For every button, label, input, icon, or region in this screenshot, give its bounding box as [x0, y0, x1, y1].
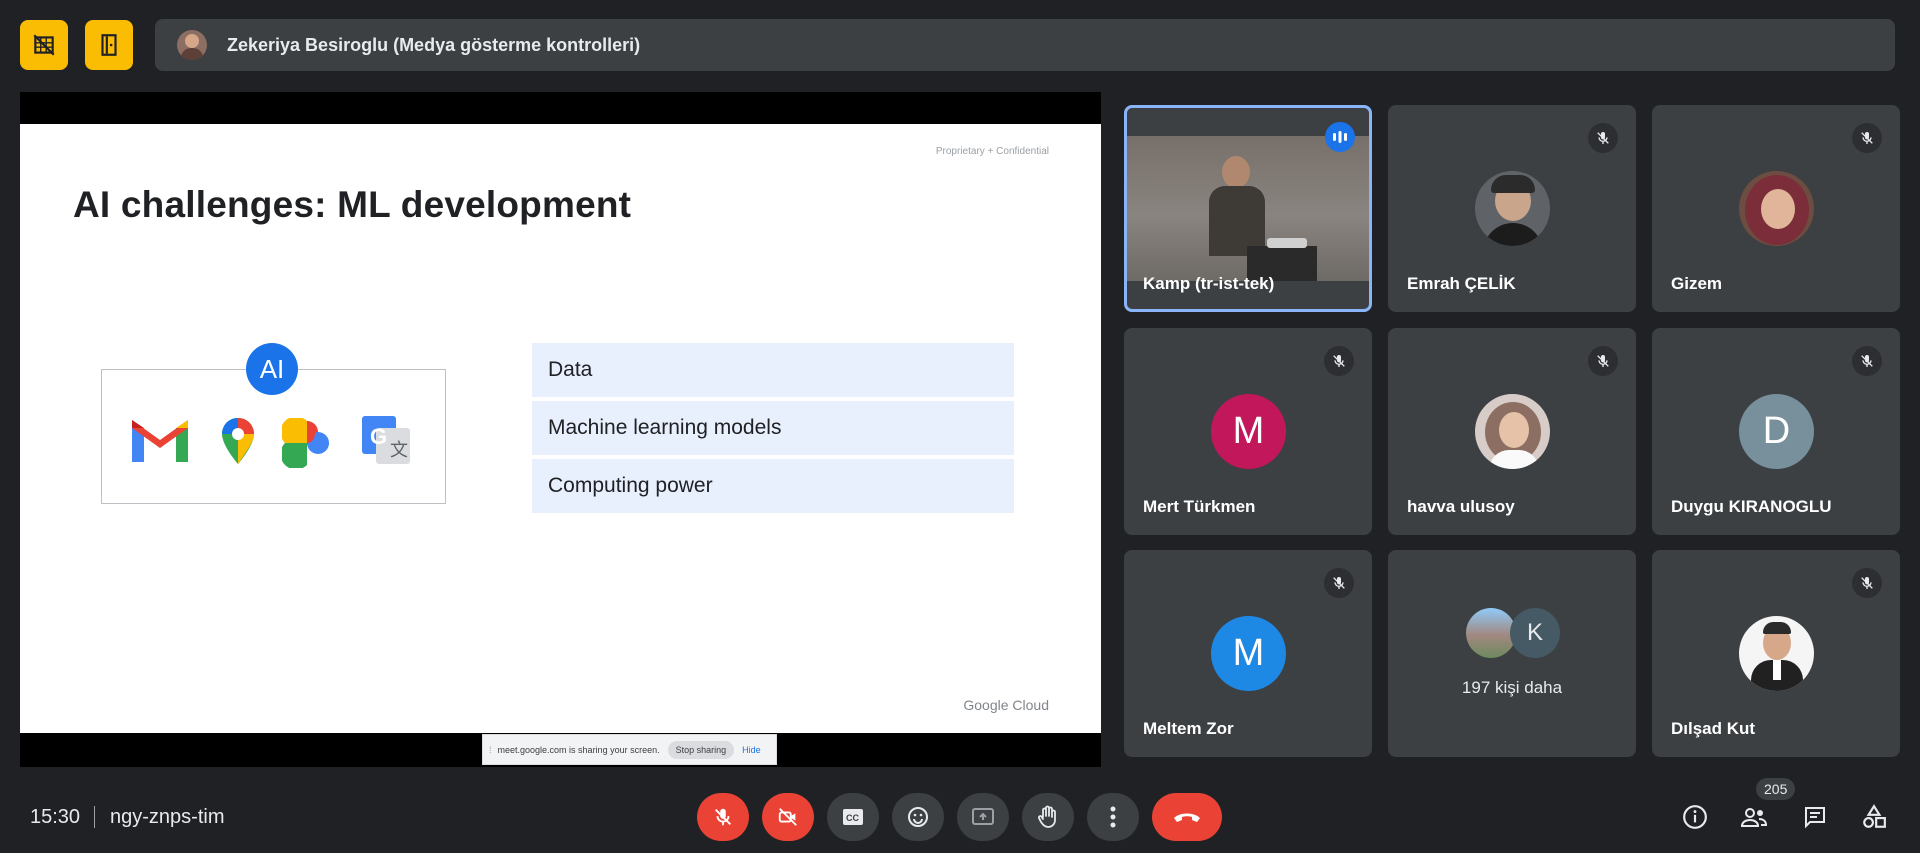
muted-mic-icon — [1588, 123, 1618, 153]
layout-off-button[interactable] — [20, 20, 68, 70]
participant-tile[interactable]: D Duygu KIRANOGLU — [1652, 328, 1900, 535]
avatar — [1739, 171, 1814, 246]
mic-toggle-button[interactable] — [697, 793, 749, 841]
google-cloud-footer: Google Cloud — [963, 697, 1049, 713]
presenter-name: Zekeriya Besiroglu (Medya gösterme kontr… — [227, 34, 641, 55]
avatar: K — [1510, 608, 1560, 658]
more-options-button[interactable] — [1087, 793, 1139, 841]
meeting-code: ngy-znps-tim — [110, 806, 225, 828]
chat-icon — [1805, 807, 1825, 829]
leave-call-button[interactable] — [1152, 793, 1222, 841]
avatar: D — [1739, 394, 1814, 469]
door-icon — [101, 34, 117, 56]
participant-name: Emrah ÇELİK — [1407, 274, 1516, 293]
muted-mic-icon — [1324, 346, 1354, 376]
maps-icon — [222, 418, 254, 464]
video-feed — [1127, 136, 1369, 281]
present-button[interactable] — [957, 793, 1009, 841]
photos-icon — [282, 418, 329, 468]
slide-item: Data — [532, 343, 1014, 397]
raise-hand-button[interactable] — [1022, 793, 1074, 841]
svg-text:G: G — [370, 424, 387, 449]
more-vert-icon — [1110, 806, 1116, 828]
closed-caption-icon: CC — [843, 809, 863, 825]
avatar — [1475, 171, 1550, 246]
muted-mic-icon — [1588, 346, 1618, 376]
participant-name: Gizem — [1671, 274, 1723, 293]
shared-screen: Proprietary + Confidential AI challenges… — [20, 92, 1101, 767]
audio-bars-icon — [1333, 131, 1347, 143]
muted-mic-icon — [1852, 346, 1882, 376]
participant-tile[interactable]: M Mert Türkmen — [1124, 328, 1372, 535]
hide-banner-link[interactable]: Hide — [742, 745, 761, 755]
people-button[interactable] — [1734, 797, 1774, 837]
others-count-label: 197 kişi daha — [1461, 678, 1563, 697]
slide-title: AI challenges: ML development — [73, 184, 632, 225]
people-icon — [1740, 808, 1768, 827]
participant-tile[interactable]: Gizem — [1652, 105, 1900, 312]
mic-off-icon — [715, 808, 731, 826]
svg-text:文: 文 — [390, 440, 408, 460]
muted-mic-icon — [1324, 568, 1354, 598]
presenter-avatar — [177, 30, 207, 60]
share-message: meet.google.com is sharing your screen. — [497, 744, 660, 755]
slide-item: Computing power — [532, 459, 1014, 513]
videocam-off-icon — [778, 808, 797, 826]
confidential-label: Proprietary + Confidential — [935, 146, 1049, 157]
shapes-icon — [1863, 804, 1886, 828]
clock: 15:30 — [30, 806, 81, 828]
participant-name: Duygu KIRANOGLU — [1671, 497, 1832, 516]
present-screen-icon — [972, 808, 994, 825]
grid-off-icon — [33, 34, 55, 56]
participant-name: Meltem Zor — [1143, 719, 1234, 738]
participant-name: Kamp (tr-ist-tek) — [1143, 274, 1275, 293]
emoji-icon — [908, 807, 928, 827]
presenter-bar[interactable]: Zekeriya Besiroglu (Medya gösterme kontr… — [155, 19, 1895, 71]
hand-icon — [1038, 805, 1056, 828]
meeting-info-button[interactable] — [1675, 797, 1715, 837]
stop-sharing-button[interactable]: Stop sharing — [667, 740, 735, 759]
drag-handle-icon[interactable]: ⁞ — [489, 745, 492, 755]
translate-icon: G 文 — [362, 416, 410, 464]
gmail-icon — [132, 420, 188, 462]
others-tile[interactable]: K 197 kişi daha — [1388, 550, 1636, 757]
participant-tile[interactable]: Kamp (tr-ist-tek) — [1124, 105, 1372, 312]
call-end-icon — [1174, 813, 1200, 822]
participant-name: Dılşad Kut — [1671, 719, 1756, 738]
avatar — [1466, 608, 1516, 658]
reactions-button[interactable] — [892, 793, 944, 841]
chat-button[interactable] — [1795, 797, 1835, 837]
camera-toggle-button[interactable] — [762, 793, 814, 841]
screen-share-banner: ⁞ meet.google.com is sharing your screen… — [482, 734, 777, 765]
speaking-indicator — [1325, 122, 1355, 152]
avatar — [1475, 394, 1550, 469]
participant-tile[interactable]: Dılşad Kut — [1652, 550, 1900, 757]
svg-text:CC: CC — [846, 813, 859, 823]
avatar: M — [1211, 616, 1286, 691]
participant-tile[interactable]: Emrah ÇELİK — [1388, 105, 1636, 312]
slide-item: Machine learning models — [532, 401, 1014, 455]
participant-tile[interactable]: havva ulusoy — [1388, 328, 1636, 535]
divider — [94, 806, 95, 828]
ai-badge: AI — [246, 343, 298, 395]
exit-presentation-button[interactable] — [85, 20, 133, 70]
avatar — [1739, 616, 1814, 691]
info-icon — [1683, 805, 1707, 829]
muted-mic-icon — [1852, 123, 1882, 153]
activities-button[interactable] — [1854, 797, 1894, 837]
captions-button[interactable]: CC — [827, 793, 879, 841]
slide: Proprietary + Confidential AI challenges… — [20, 124, 1101, 733]
muted-mic-icon — [1852, 568, 1882, 598]
participant-tile[interactable]: M Meltem Zor — [1124, 550, 1372, 757]
avatar: M — [1211, 394, 1286, 469]
participant-name: Mert Türkmen — [1143, 497, 1256, 516]
participant-name: havva ulusoy — [1407, 497, 1515, 516]
